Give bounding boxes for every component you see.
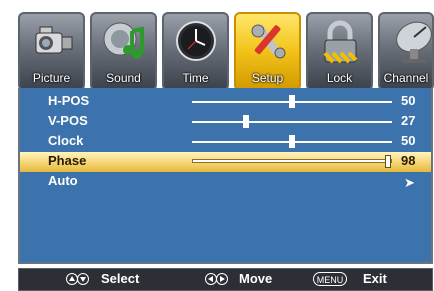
speaker-note-icon bbox=[103, 22, 144, 59]
menu-key-icon: MENU bbox=[313, 272, 347, 286]
menu-row-v-pos[interactable]: V-POS 27 bbox=[20, 112, 431, 132]
tools-icon bbox=[251, 24, 286, 59]
exit-hint-label: Exit bbox=[363, 271, 387, 286]
slider-track[interactable] bbox=[192, 121, 392, 123]
tab-picture[interactable]: Picture bbox=[18, 12, 85, 91]
padlock-icon bbox=[323, 20, 358, 64]
menu-row-auto[interactable]: Auto ➤ bbox=[20, 172, 431, 192]
menu-row-h-pos[interactable]: H-POS 50 bbox=[20, 92, 431, 112]
submenu-arrow-icon: ➤ bbox=[404, 175, 415, 190]
tab-channel-label: Channel bbox=[383, 71, 429, 85]
tab-time[interactable]: Time bbox=[162, 12, 229, 91]
menu-row-label: Auto bbox=[48, 173, 78, 188]
menu-row-label: V-POS bbox=[48, 113, 88, 128]
tab-sound[interactable]: Sound bbox=[90, 12, 157, 91]
tab-setup-label: Setup bbox=[251, 71, 284, 85]
slider-knob[interactable] bbox=[385, 155, 391, 168]
slider-knob[interactable] bbox=[289, 135, 295, 148]
tab-picture-label: Picture bbox=[32, 71, 71, 85]
tab-time-label: Time bbox=[182, 71, 209, 85]
satellite-dish-icon bbox=[396, 21, 432, 63]
tab-bar: Picture Sound Time Setup Lock Channel bbox=[18, 6, 434, 91]
select-hint-label: Select bbox=[101, 271, 140, 286]
menu-row-phase[interactable]: Phase 98 bbox=[20, 152, 431, 172]
menu-row-label: Phase bbox=[48, 153, 87, 168]
setup-menu-panel: H-POS 50 V-POS 27 Clock 50 Phase 98 Auto… bbox=[18, 88, 433, 264]
menu-row-label: Clock bbox=[48, 133, 84, 148]
tab-setup[interactable]: Setup bbox=[234, 12, 301, 91]
tv-osd-screen: Picture Sound Time Setup Lock Channel H-… bbox=[0, 0, 434, 291]
up-down-arrows-icon bbox=[66, 272, 90, 286]
tab-lock[interactable]: Lock bbox=[306, 12, 373, 91]
slider-knob[interactable] bbox=[243, 115, 249, 128]
camcorder-icon bbox=[35, 26, 73, 54]
tab-sound-label: Sound bbox=[106, 71, 141, 85]
menu-row-clock[interactable]: Clock 50 bbox=[20, 132, 431, 152]
tab-lock-label: Lock bbox=[326, 71, 353, 85]
slider-value: 50 bbox=[401, 93, 416, 108]
slider-value: 27 bbox=[401, 113, 416, 128]
slider-track[interactable] bbox=[192, 159, 392, 163]
tab-channel[interactable]: Channel bbox=[378, 12, 434, 91]
menu-row-label: H-POS bbox=[48, 93, 90, 108]
slider-value: 50 bbox=[401, 133, 416, 148]
left-right-arrows-icon bbox=[205, 273, 228, 285]
move-hint-label: Move bbox=[239, 271, 273, 286]
clock-icon bbox=[176, 21, 216, 61]
hint-bar: Select Move MENU Exit bbox=[18, 268, 433, 291]
slider-value: 98 bbox=[401, 153, 416, 168]
slider-knob[interactable] bbox=[289, 95, 295, 108]
